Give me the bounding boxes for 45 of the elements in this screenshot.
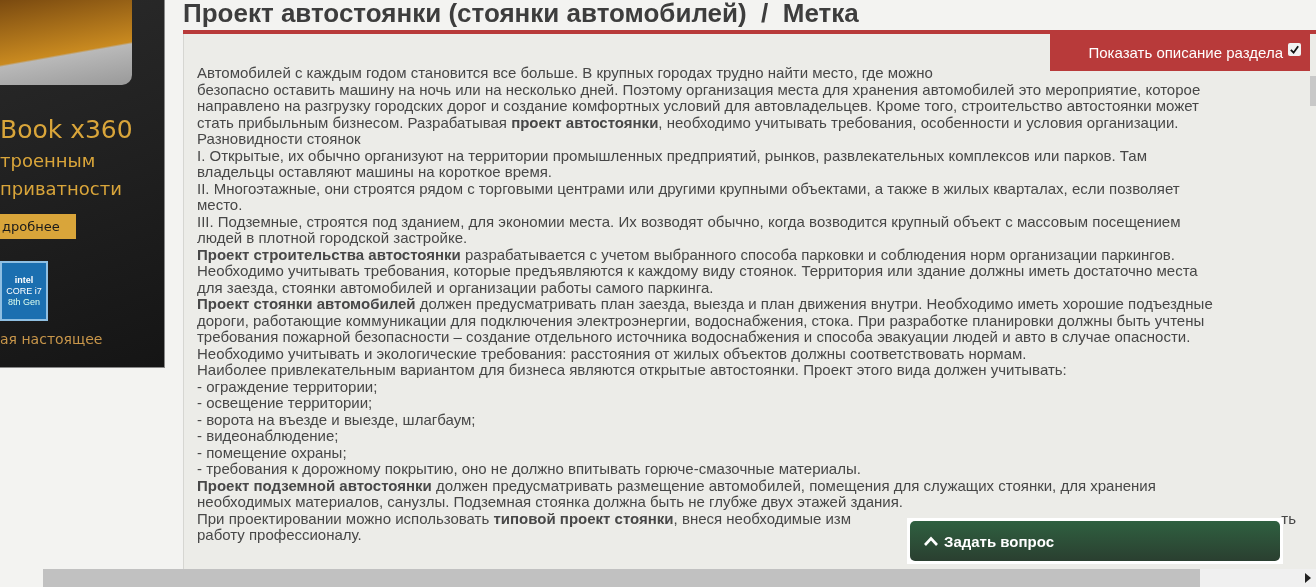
text-line: - ограждение территории; [197,378,378,395]
ad-text: троенным [0,150,97,172]
ad-footer: ая настоящее [0,331,164,347]
text-line: Проект строительства автостоянки разрабатывается с учетом выбранного способа парковки и соблюдения норм организации паркингов. [197,246,1175,263]
caret-icon [923,536,939,546]
text-line: - помещение охраны; [197,444,347,461]
text-line: - освещение территории; [197,395,373,412]
text-line: Разновидности стоянок [197,131,361,148]
text-line: При проектировании можно использовать типовой проект стоянки, внеся необходимые изм [197,510,851,527]
text-line: стать прибыльным бизнесом. Разрабатывая проект автостоянки, необходимо учитывать требования, особенности и условия организации. [197,114,1179,131]
text-line: направлено на разгрузку городских дорог и создание комфортных условий для автовладельцев. Кроме того, строительство автостоянки может [197,98,1199,115]
text-line: - видеонаблюдение; [197,428,339,445]
text-line: II. Многоэтажные, они строятся рядом с торговыми центрами или другими крупными объектами, а также в жилых кварталах, если позволяет [197,180,1180,197]
checkbox[interactable] [1288,43,1301,56]
text-line: Необходимо учитывать требования, которые предъявляются к каждому виду стоянок. Территория или здание должны иметь достаточно места [197,263,1198,280]
ad-headline: Book x360 [0,115,134,144]
text-line: безопасно оставить машину на ночь или на несколько дней. Поэтому организация места для хранения автомобилей это мероприятие, которое [197,81,1201,98]
badge-brand: intel [14,275,34,285]
arrow-right-icon[interactable] [1305,573,1311,583]
text-line: владельцы оставляют машины на короткое время. [197,164,552,181]
text-line: ть [1281,510,1296,527]
text-line: Наиболее привлекательным вариантом для бизнеса являются открытые автостоянки. Проект этого вида должен учитывать: [197,362,1067,379]
text-line: дороги, работающие коммуникации для подключения электроэнергии, водоснабжения, стока. При разработке планировки должны быть учтены [197,312,1205,329]
scrollbar-thumb[interactable] [1310,76,1316,106]
badge-text: CORE i7 [6,286,42,296]
text-line: III. Подземные, строятся под зданием, для экономии места. Их возводят обычно, когда возводится крупный объект с массовым посещением [197,213,1181,230]
ask-question-button[interactable]: Задать вопрос [910,521,1280,561]
text-line: - требования к дорожному покрытию, оно не должно впитывать горюче-смазочные материалы. [197,461,861,478]
text-line: I. Открытые, их обычно организуют на территории промышленных предприятий, рынков, развлекательных комплексов или парков. Там [197,147,1147,164]
text-line: для заезда, стоянки автомобилей и организации работы самого паркинга. [197,279,714,296]
ad-text: приватности [0,178,123,200]
text-line: Проект подземной автостоянки должен предусматривать размещение автомобилей, помещения для служащих стоянки, для хранения [197,477,1156,494]
text-line: Необходимо учитывать и экологические требования: расстояния от жилых объектов должны соответствовать нормам. [197,345,1027,362]
ad-banner[interactable]: Book x360 троенным приватности дробнее intel CORE i7 8th Gen ая настоящее [0,0,165,368]
text-line: работу профессионалу. [197,527,362,544]
text-line: необходимых материалов, санузлы. Подземная стоянка должна быть не глубже двух этажей здания. [197,494,904,511]
text-line: людей в плотной городской застройке. [197,230,468,247]
text-line: Проект стоянки автомобилей должен предусматривать план заезда, выезда и план движения внутри. Необходимо иметь хорошие подъездные [197,296,1213,313]
badge-text: 8th Gen [8,297,40,307]
text-line: место. [197,197,243,214]
ad-button[interactable]: дробнее [0,214,76,239]
show-description-toggle[interactable]: Показать описание раздела [1050,34,1310,71]
text-line: Автомобилей с каждым годом становится все больше. В крупных городах трудно найти место, где можно [197,65,933,82]
text-line: требования пожарной безопасности – создание отдельного источника водоснабжения и способа эвакуации людей и авто в случае опасности. [197,329,1191,346]
text-line: - ворота на въезде и выезде, шлагбаум; [197,411,476,428]
